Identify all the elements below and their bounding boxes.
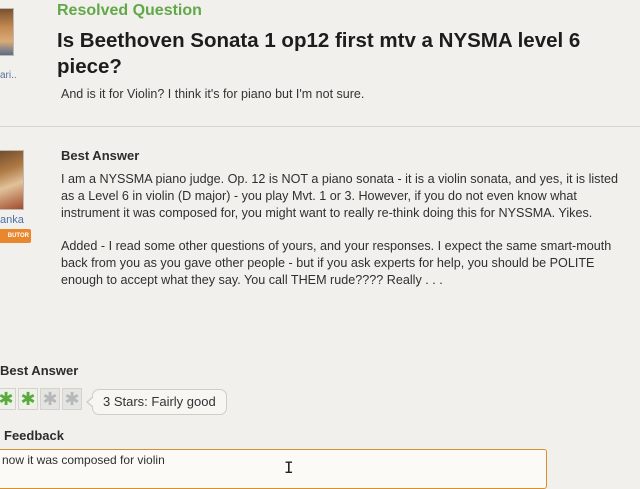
- contributor-badge: BUTOR: [0, 229, 31, 243]
- asker-avatar[interactable]: [0, 8, 14, 56]
- question-title: Is Beethoven Sonata 1 op12 first mtv a N…: [57, 29, 581, 78]
- star-icon[interactable]: ✱: [40, 388, 60, 410]
- question-details: And is it for Violin? I think it's for p…: [61, 87, 365, 101]
- answerer-avatar[interactable]: [0, 150, 24, 210]
- answerer-name[interactable]: anka: [0, 214, 24, 226]
- rating-heading: Best Answer: [0, 363, 79, 378]
- rating-label: 3 Stars: Fairly good: [86, 389, 227, 415]
- best-answer-heading: Best Answer: [61, 148, 140, 163]
- text-cursor-icon: I: [284, 458, 294, 477]
- star-icon[interactable]: ✱: [62, 388, 82, 410]
- answer-paragraph: I am a NYSSMA piano judge. Op. 12 is NOT…: [61, 172, 618, 220]
- asker-name[interactable]: ari..: [0, 70, 17, 81]
- best-answer-body: I am a NYSSMA piano judge. Op. 12 is NOT…: [61, 171, 627, 305]
- section-divider: [0, 126, 640, 127]
- star-rating[interactable]: ✱ ✱ ✱ ✱: [0, 388, 84, 412]
- answer-paragraph: Added - I read some other questions of y…: [61, 239, 612, 287]
- feedback-textarea[interactable]: now it was composed for violin: [0, 449, 547, 489]
- star-icon[interactable]: ✱: [0, 388, 16, 410]
- question-status: Resolved Question: [57, 2, 202, 19]
- star-icon[interactable]: ✱: [18, 388, 38, 410]
- feedback-heading: Feedback: [4, 428, 64, 443]
